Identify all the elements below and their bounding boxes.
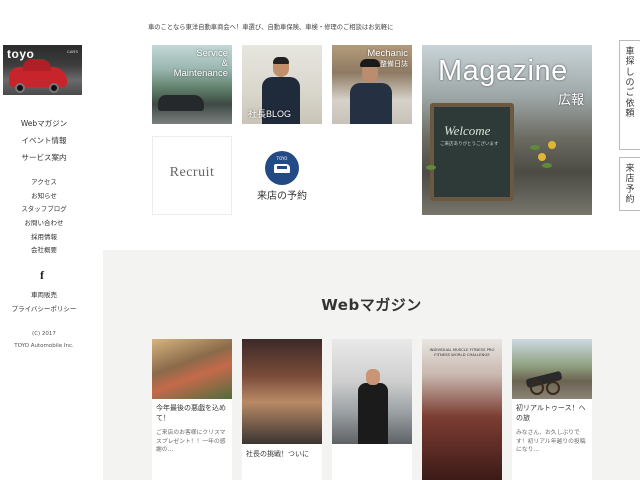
vbtn-char: 依	[625, 98, 635, 109]
tile-mechanic-diary[interactable]: Mechanic 整備日誌	[332, 45, 412, 124]
card-title: 今年最後の悪戯を込めて！	[156, 404, 226, 423]
card-title: 初リアルトゥース！への旅	[516, 404, 586, 423]
card-thumbnail	[512, 339, 592, 399]
tile-maintenance-label: Maintenance	[173, 68, 228, 79]
magazine-card[interactable]: 今年最後の悪戯を込めて！ ご来店のお客様にクリスマスプレゼント！！一年の感謝の.…	[152, 339, 232, 480]
vbtn-char: 頼	[625, 109, 635, 120]
logo-wheel	[15, 83, 25, 93]
card-title: 社長の挑戦！ついに	[246, 450, 309, 458]
magazine-card[interactable]: 初リアルトゥース！への旅 みなさん、お久しぶりです！初リアル年越りの投稿になり.…	[512, 339, 592, 480]
magazine-card[interactable]: 社長の挑戦！ついに	[242, 339, 322, 480]
sub-nav: アクセス お知らせ スタッフブログ お問い合わせ 採用情報 会社概要	[0, 178, 88, 261]
card-thumbnail	[332, 339, 412, 444]
vbtn-char: 車	[625, 47, 635, 57]
chalkboard-photo: Welcome ご来店ありがとうございます	[430, 103, 514, 201]
tile-visit-label: 来店の予約	[257, 191, 307, 202]
footer-nav: 車両販売 プライバシーポリシー	[0, 291, 88, 320]
sidebar: toyo CARS Webマガジン イベント情報 サービス案内 アクセス お知ら…	[0, 0, 88, 480]
nav-access[interactable]: アクセス	[0, 178, 88, 193]
section-title: Webマガジン	[321, 296, 422, 314]
car-photo	[158, 95, 204, 111]
leaf-decoration	[530, 145, 540, 150]
person-silhouette	[358, 383, 388, 444]
person-head	[366, 369, 380, 385]
card-excerpt: ご来店のお客様にクリスマスプレゼント！！一年の感謝の...	[156, 430, 226, 454]
nav-event-info[interactable]: イベント情報	[0, 136, 88, 153]
tile-mechanic-label: Mechanic	[367, 48, 408, 59]
cannon-wheel	[530, 381, 544, 395]
logo-sub: CARS	[66, 49, 78, 54]
van-icon: TOYO	[265, 151, 299, 185]
vbtn-char: の	[625, 78, 635, 89]
tile-blog-label: 社長BLOG	[248, 109, 292, 119]
leaf-decoration	[542, 163, 552, 168]
van-shape	[274, 164, 290, 173]
nav-vehicle-sales[interactable]: 車両販売	[0, 291, 88, 306]
visit-reservation-button[interactable]: 来 店 予 約	[619, 157, 640, 211]
copyright-year: (C) 2017	[32, 331, 56, 337]
person-hair	[273, 57, 289, 64]
logo-wheel	[49, 83, 59, 93]
vbtn-char: ご	[625, 88, 635, 99]
web-magazine-section: Webマガジン 今年最後の悪戯を込めて！ ご来店のお客様にクリスマスプレゼント！…	[103, 250, 640, 480]
vbtn-char: 探	[625, 57, 635, 68]
nav-web-magazine[interactable]: Webマガジン	[0, 119, 88, 136]
tile-magazine[interactable]: Welcome ご来店ありがとうございます Magazine 広報	[422, 45, 592, 215]
tile-recruit-label: Recruit	[169, 165, 215, 180]
site-logo[interactable]: toyo CARS	[3, 45, 82, 95]
tile-visit-reservation[interactable]: TOYO 来店の予約	[242, 136, 322, 215]
magazine-card[interactable]	[332, 339, 412, 480]
mechanic-body	[350, 83, 392, 124]
tile-magazine-label: Magazine	[438, 55, 568, 87]
tile-president-blog[interactable]: 社長BLOG	[242, 45, 322, 124]
visit-badge-text: TOYO	[276, 156, 288, 161]
poster-title: INDIVIDUAL MUSCLE FITNESS PRO FITNESS WO…	[429, 347, 495, 358]
copyright-company: TOYO Automobile Inc.	[14, 343, 74, 349]
tile-recruit[interactable]: Recruit	[152, 136, 232, 215]
card-thumbnail	[152, 339, 232, 399]
flower-decoration	[538, 153, 546, 161]
facebook-icon[interactable]: f	[36, 268, 48, 282]
mechanic-cap	[360, 59, 380, 67]
vbtn-char: 来	[625, 164, 635, 174]
magazine-card[interactable]: INDIVIDUAL MUSCLE FITNESS PRO FITNESS WO…	[422, 339, 502, 480]
chalkboard-message: ご来店ありがとうございます	[440, 142, 499, 147]
site-tagline: 車のことなら東洋自動車商会へ！車選び、自動車保険、車検・修理のご相談はお気軽に	[148, 24, 394, 31]
card-thumbnail	[242, 339, 322, 444]
vbtn-char: 約	[625, 195, 635, 206]
nav-privacy-policy[interactable]: プライバシーポリシー	[0, 305, 88, 320]
nav-company[interactable]: 会社概要	[0, 247, 88, 261]
leaf-decoration	[426, 165, 436, 170]
card-excerpt: みなさん、お久しぶりです！初リアル年越りの投稿になり...	[516, 430, 586, 454]
chalkboard-welcome: Welcome	[444, 123, 491, 138]
vbtn-char: 予	[625, 184, 635, 195]
tile-service-maintenance[interactable]: Service & Maintenance	[152, 45, 232, 124]
main-nav: Webマガジン イベント情報 サービス案内	[0, 119, 88, 170]
nav-staff-blog[interactable]: スタッフブログ	[0, 206, 88, 220]
vbtn-char: 店	[625, 174, 635, 185]
flower-decoration	[548, 141, 556, 149]
cannon-wheel	[546, 381, 560, 395]
card-thumbnail: INDIVIDUAL MUSCLE FITNESS PRO FITNESS WO…	[422, 339, 502, 480]
tile-mechanic-sub: 整備日誌	[380, 61, 408, 68]
tile-magazine-sub: 広報	[557, 92, 584, 107]
vbtn-char: し	[625, 67, 635, 78]
page: toyo CARS Webマガジン イベント情報 サービス案内 アクセス お知ら…	[0, 0, 640, 480]
nav-contact[interactable]: お問い合わせ	[0, 219, 88, 234]
car-search-request-button[interactable]: 車 探 し の ご 依 頼	[619, 40, 640, 150]
nav-service-guide[interactable]: サービス案内	[0, 153, 88, 170]
